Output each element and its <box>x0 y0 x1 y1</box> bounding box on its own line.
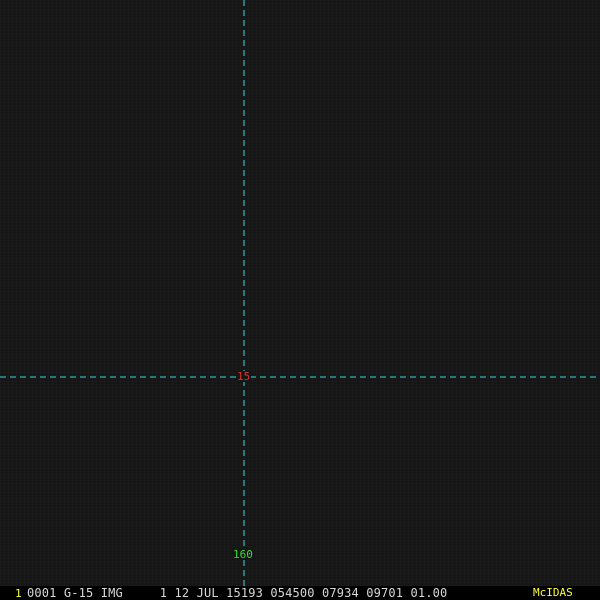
longitude-label: 160 <box>232 548 254 561</box>
satellite-image-area[interactable]: 15 160 <box>0 0 600 586</box>
image-info-text: 0001 G-15 IMG 1 12 JUL 15193 054500 0793… <box>27 586 448 600</box>
frame-status-bar: 1 0001 G-15 IMG 1 12 JUL 15193 054500 07… <box>0 586 600 600</box>
latitude-label: 15 <box>236 370 252 383</box>
frame-number: 1 <box>15 587 22 600</box>
mcidas-frame-viewport: 15 160 1 0001 G-15 IMG 1 12 JUL 15193 05… <box>0 0 600 600</box>
lat-lon-grid-overlay <box>0 0 600 586</box>
mcidas-brand-label: McIDAS <box>533 586 573 599</box>
